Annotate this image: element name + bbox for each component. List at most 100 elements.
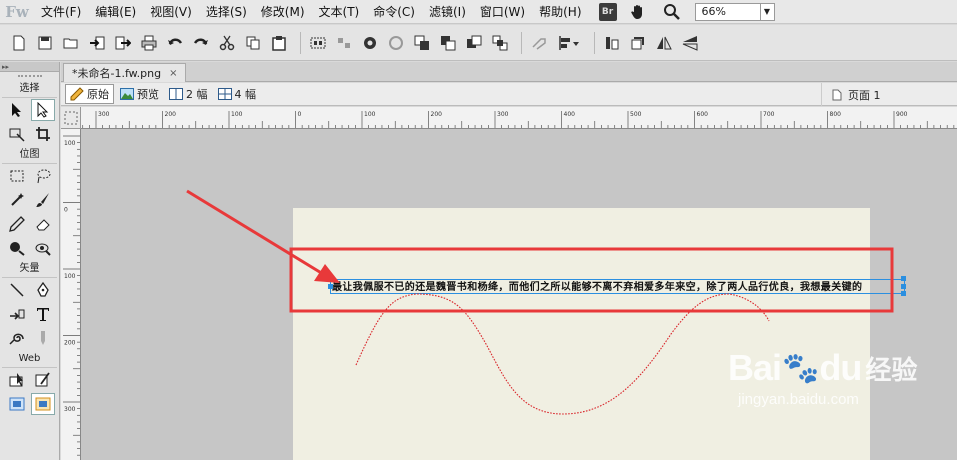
tools-section-bitmap: 位图 — [2, 146, 57, 164]
print-button[interactable] — [138, 32, 160, 54]
selection-handle[interactable] — [901, 276, 906, 281]
folder-open-icon — [63, 38, 78, 48]
magic-wand-tool[interactable] — [5, 189, 29, 211]
split-button[interactable] — [385, 32, 407, 54]
red-eye-icon — [35, 243, 51, 256]
ruler-origin[interactable] — [61, 107, 81, 129]
slice-icon — [35, 372, 50, 387]
ruler-label: 100 — [64, 140, 76, 147]
menu-file[interactable]: 文件(F) — [34, 0, 88, 24]
path-scrubber-tool[interactable] — [31, 327, 55, 349]
menu-select[interactable]: 选择(S) — [199, 0, 254, 24]
menu-modify[interactable]: 修改(M) — [254, 0, 312, 24]
ruler-label: 200 — [64, 340, 76, 347]
save-button[interactable] — [34, 32, 56, 54]
four-up-view-button[interactable]: 4 幅 — [214, 84, 261, 104]
preview-view-button[interactable]: 预览 — [116, 84, 163, 104]
red-eye-tool[interactable] — [31, 237, 55, 259]
chevron-down-icon[interactable]: ▼ — [759, 3, 774, 20]
menu-help[interactable]: 帮助(H) — [532, 0, 588, 24]
hand-tool-icon[interactable] — [625, 0, 651, 24]
ruler-label: 300 — [64, 406, 76, 413]
page-selector[interactable]: 页面 1 — [821, 83, 881, 106]
menu-text[interactable]: 文本(T) — [312, 0, 367, 24]
ruler-label: 0 — [64, 207, 68, 214]
selection-handle[interactable] — [328, 284, 333, 289]
slice-tool[interactable] — [31, 369, 55, 391]
horizontal-ruler[interactable]: 300 200 100 0 100 200 300 400 500 600 700 800 900 — [81, 107, 957, 129]
view-bar: 原始 预览 2 幅 4 幅 页面 1 — [61, 83, 957, 106]
selection-handle[interactable] — [901, 291, 906, 296]
menu-window[interactable]: 窗口(W) — [473, 0, 532, 24]
ruler-label: 0 — [298, 111, 302, 118]
canvas-workspace[interactable]: 最让我佩服不已的还是魏晋书和杨绛，而他们之所以能够不离不弃相爱多年来空，除了两人… — [81, 129, 957, 460]
two-up-view-button[interactable]: 2 幅 — [165, 84, 212, 104]
join-button[interactable] — [359, 32, 381, 54]
text-tool[interactable] — [31, 303, 55, 325]
align-button[interactable] — [554, 32, 584, 54]
menu-commands[interactable]: 命令(C) — [366, 0, 422, 24]
flip-horizontal-button[interactable] — [653, 32, 675, 54]
artboard[interactable] — [293, 208, 870, 460]
brush-tool[interactable] — [31, 189, 55, 211]
send-back-icon — [492, 35, 508, 50]
scale-icon — [9, 128, 25, 142]
rotate-ccw-button[interactable] — [601, 32, 623, 54]
text-selection-box[interactable] — [330, 279, 905, 294]
flip-vertical-button[interactable] — [679, 32, 701, 54]
open-button[interactable] — [60, 32, 82, 54]
four-up-icon — [217, 88, 232, 100]
blur-tool[interactable] — [5, 237, 29, 259]
group-button[interactable] — [307, 32, 329, 54]
pencil-tool[interactable] — [5, 213, 29, 235]
panel-gripper[interactable] — [0, 72, 59, 80]
crop-tool[interactable] — [31, 123, 55, 145]
ungroup-button[interactable] — [333, 32, 355, 54]
menu-filters[interactable]: 滤镜(I) — [422, 0, 473, 24]
undo-button[interactable] — [164, 32, 186, 54]
pencil-icon — [8, 216, 25, 232]
pointer-icon — [11, 103, 21, 117]
vertical-ruler[interactable]: 100 0 100 200 300 — [61, 129, 81, 460]
hide-slices-button[interactable] — [5, 393, 29, 415]
new-file-button[interactable] — [8, 32, 30, 54]
eraser-tool[interactable] — [31, 213, 55, 235]
paste-button[interactable] — [268, 32, 290, 54]
redo-button[interactable] — [190, 32, 212, 54]
subselection-tool[interactable] — [30, 99, 55, 121]
bring-front-button[interactable] — [411, 32, 433, 54]
link-button[interactable] — [528, 32, 550, 54]
lasso-tool[interactable] — [31, 165, 55, 187]
zoom-select[interactable]: 66% ▼ — [694, 2, 775, 21]
marquee-tool[interactable] — [5, 165, 29, 187]
rotate-left-icon — [606, 36, 619, 49]
original-view-button[interactable]: 原始 — [65, 84, 114, 104]
pen-icon — [36, 282, 49, 297]
knife-tool[interactable] — [5, 327, 29, 349]
menu-view[interactable]: 视图(V) — [143, 0, 199, 24]
export-button[interactable] — [112, 32, 134, 54]
rotate-cw-button[interactable] — [627, 32, 649, 54]
ruler-label: 900 — [896, 111, 908, 118]
bridge-button[interactable]: Br — [598, 2, 617, 21]
scale-tool[interactable] — [5, 123, 29, 145]
freeform-tool[interactable] — [5, 303, 29, 325]
copy-button[interactable] — [242, 32, 264, 54]
send-backward-button[interactable] — [463, 32, 485, 54]
panel-collapse-handle[interactable]: ▸▸ — [0, 62, 59, 72]
zoom-tool-icon[interactable] — [659, 0, 685, 24]
hotspot-tool[interactable] — [5, 369, 29, 391]
bring-forward-button[interactable] — [437, 32, 459, 54]
selection-handle[interactable] — [901, 284, 906, 289]
import-button[interactable] — [86, 32, 108, 54]
cut-button[interactable] — [216, 32, 238, 54]
fireworks-logo: Fw — [5, 2, 29, 21]
send-back-button[interactable] — [489, 32, 511, 54]
document-tab[interactable]: *未命名-1.fw.png × — [63, 63, 187, 82]
pointer-tool[interactable] — [5, 99, 29, 121]
close-icon[interactable]: × — [169, 68, 177, 79]
line-tool[interactable] — [5, 279, 29, 301]
pen-tool[interactable] — [31, 279, 55, 301]
show-slices-button[interactable] — [30, 393, 55, 415]
menu-edit[interactable]: 编辑(E) — [88, 0, 143, 24]
